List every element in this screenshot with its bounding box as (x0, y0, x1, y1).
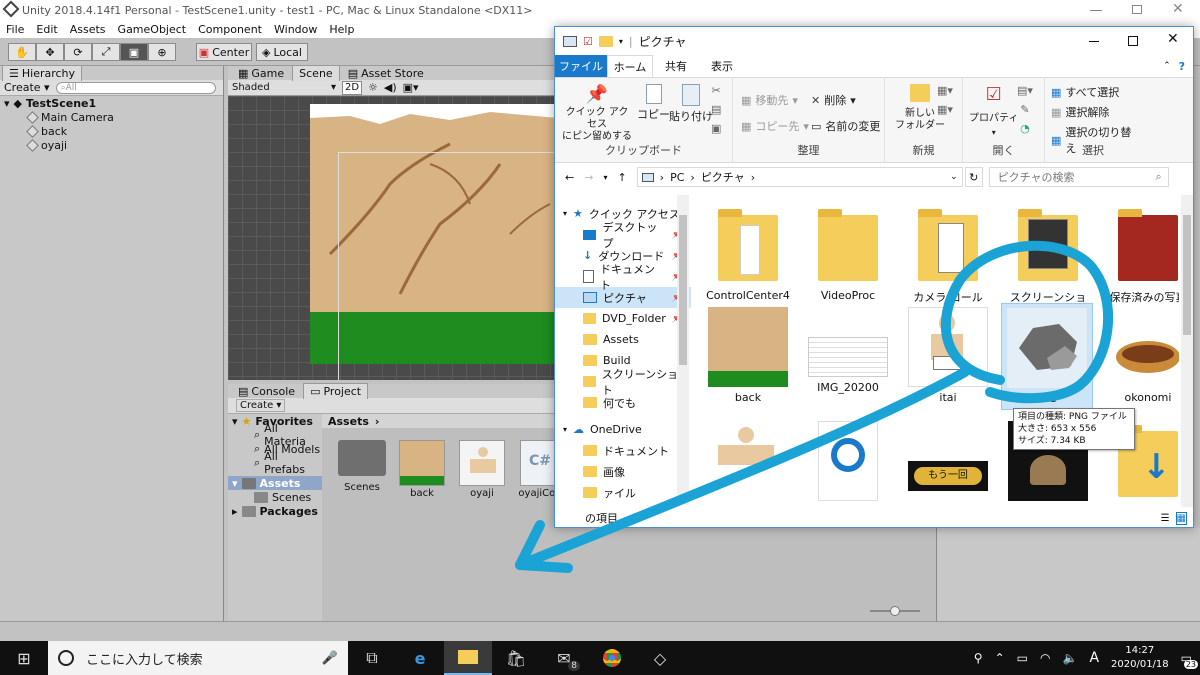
windows-start-icon[interactable]: ⊞ (0, 641, 48, 675)
file-explorer-icon[interactable] (444, 641, 492, 675)
mail-badge: 8 (568, 661, 580, 671)
taskbar: ⊞ ここに入力して検索 🎤 ⧉ e 🛍 ✉ 8 ◇ ⚲ ⌃ ▭ ◠ 🔈 A 14:… (0, 641, 1200, 675)
battery-icon[interactable]: ▭ (1017, 651, 1028, 665)
volume-icon[interactable]: 🔈 (1062, 651, 1077, 665)
notification-badge: 23 (1183, 660, 1198, 669)
store-icon[interactable]: 🛍 (492, 641, 540, 675)
unity-taskbar-icon[interactable]: ◇ (636, 641, 684, 675)
taskbar-search-input[interactable]: ここに入力して検索 🎤 (48, 641, 348, 675)
people-icon[interactable]: ⚲ (974, 651, 983, 665)
clock[interactable]: 14:27 2020/01/18 (1111, 644, 1169, 672)
wifi-icon[interactable]: ◠ (1040, 651, 1050, 665)
tray-overflow-icon[interactable]: ⌃ (995, 651, 1005, 665)
annotation-overlay (515, 240, 1114, 573)
mail-icon[interactable]: ✉ 8 (540, 641, 588, 675)
edge-icon[interactable]: e (396, 641, 444, 675)
ime-indicator[interactable]: A (1089, 650, 1099, 666)
search-circle-icon (58, 650, 74, 666)
system-tray: ⚲ ⌃ ▭ ◠ 🔈 A 14:27 2020/01/18 ▭ 23 (974, 644, 1200, 672)
task-view-icon[interactable]: ⧉ (348, 641, 396, 675)
notification-icon[interactable]: ▭ 23 (1181, 651, 1198, 669)
microphone-icon[interactable]: 🎤 (322, 651, 338, 666)
chrome-icon[interactable] (588, 641, 636, 675)
